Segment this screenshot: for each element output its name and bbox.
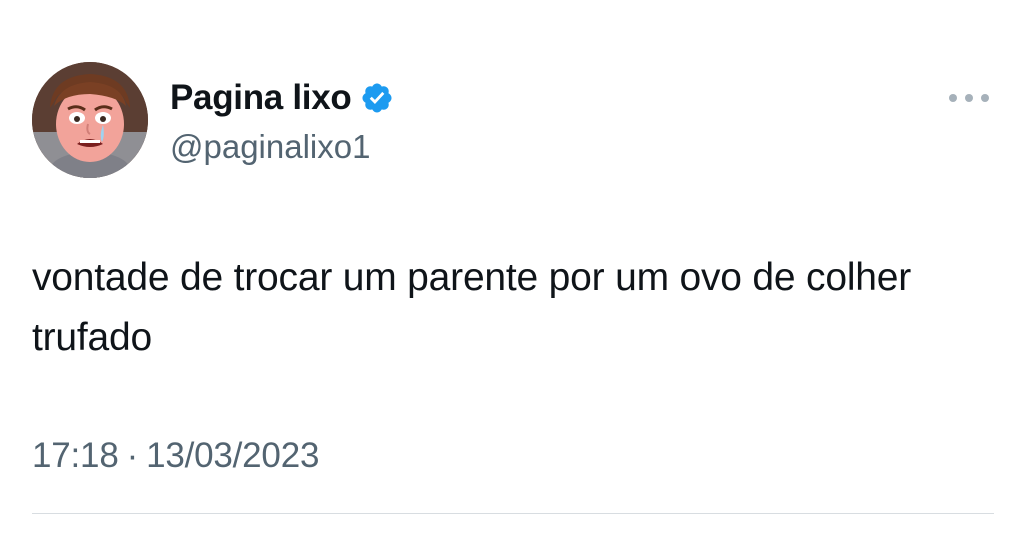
divider (32, 513, 994, 514)
verified-badge-icon (360, 81, 394, 115)
avatar-image (32, 62, 148, 178)
tweet-text: vontade de trocar um parente por um ovo … (32, 256, 912, 359)
tweet-date[interactable]: 13/03/2023 (146, 436, 319, 475)
author-display-name[interactable]: Pagina lixo (170, 78, 352, 118)
author-handle[interactable]: @paginalixo1 (170, 128, 394, 166)
more-options-icon[interactable] (944, 85, 994, 111)
avatar[interactable] (32, 62, 148, 178)
tweet-author: Pagina lixo @paginalixo1 (170, 76, 394, 166)
meta-separator: · (126, 436, 139, 475)
tweet-timestamp: 17:18 · 13/03/2023 (32, 436, 319, 476)
author-name-row: Pagina lixo (170, 76, 394, 120)
tweet-time[interactable]: 17:18 (32, 436, 119, 475)
